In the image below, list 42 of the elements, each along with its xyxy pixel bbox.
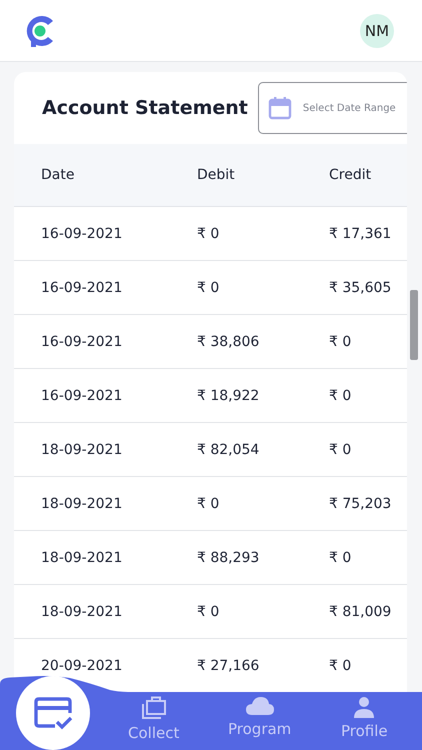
briefcase-icon: [140, 696, 167, 720]
column-header: Debit: [197, 167, 236, 183]
collect-tab[interactable]: Collect: [128, 696, 180, 742]
table-cell: ₹ 17,361: [329, 226, 392, 242]
table-cell: ₹ 0: [329, 334, 352, 350]
table-cell-text: 18-09-2021: [41, 604, 124, 620]
cloud-icon: [244, 696, 275, 716]
table-cell-text: 18-09-2021: [41, 496, 124, 512]
scrollbar[interactable]: [410, 290, 418, 360]
table-cell-text: ₹ 0: [197, 604, 220, 620]
column-header: Date: [41, 167, 76, 183]
table-cell-text: ₹ 27,166: [197, 658, 260, 674]
table-cell-text: ₹ 18,922: [197, 388, 260, 404]
program-tab[interactable]: Program: [228, 696, 292, 738]
table-cell-text: ₹ 0: [197, 280, 220, 296]
table-cell-text: ₹ 0: [197, 496, 220, 512]
table-cell: ₹ 0: [329, 550, 352, 566]
column-header: Credit: [329, 167, 372, 183]
profile-tab[interactable]: Profile: [341, 696, 388, 740]
table-cell: ₹ 0: [329, 658, 352, 674]
calendar-icon: [268, 96, 292, 120]
person-icon: [353, 696, 376, 718]
date-range-field[interactable]: Select Date Range: [258, 82, 407, 134]
table-cell-text: 16-09-2021: [41, 226, 124, 242]
table-cell-text: 18-09-2021: [41, 442, 124, 458]
table-cell-text: ₹ 82,054: [197, 442, 260, 458]
card-check-icon: [33, 696, 73, 730]
table-cell-text: 20-09-2021: [41, 658, 124, 674]
table-cell-text: 16-09-2021: [41, 280, 124, 296]
table-cell: ₹ 0: [329, 388, 352, 404]
table-cell-text: ₹ 0: [197, 226, 220, 242]
table-cell-text: ₹ 88,293: [197, 550, 260, 566]
table-cell-text: 18-09-2021: [41, 550, 124, 566]
table-cell: ₹ 0: [329, 442, 352, 458]
table-cell: ₹ 81,009: [329, 604, 392, 620]
avatar[interactable]: NM: [360, 14, 394, 48]
table-cell-text: 16-09-2021: [41, 388, 124, 404]
table-cell-text: ₹ 38,806: [197, 334, 260, 350]
table-cell: ₹ 35,605: [329, 280, 392, 296]
table-cell: ₹ 75,203: [329, 496, 392, 512]
card-title: Account Statement: [42, 97, 248, 119]
table-cell-text: 16-09-2021: [41, 334, 124, 350]
